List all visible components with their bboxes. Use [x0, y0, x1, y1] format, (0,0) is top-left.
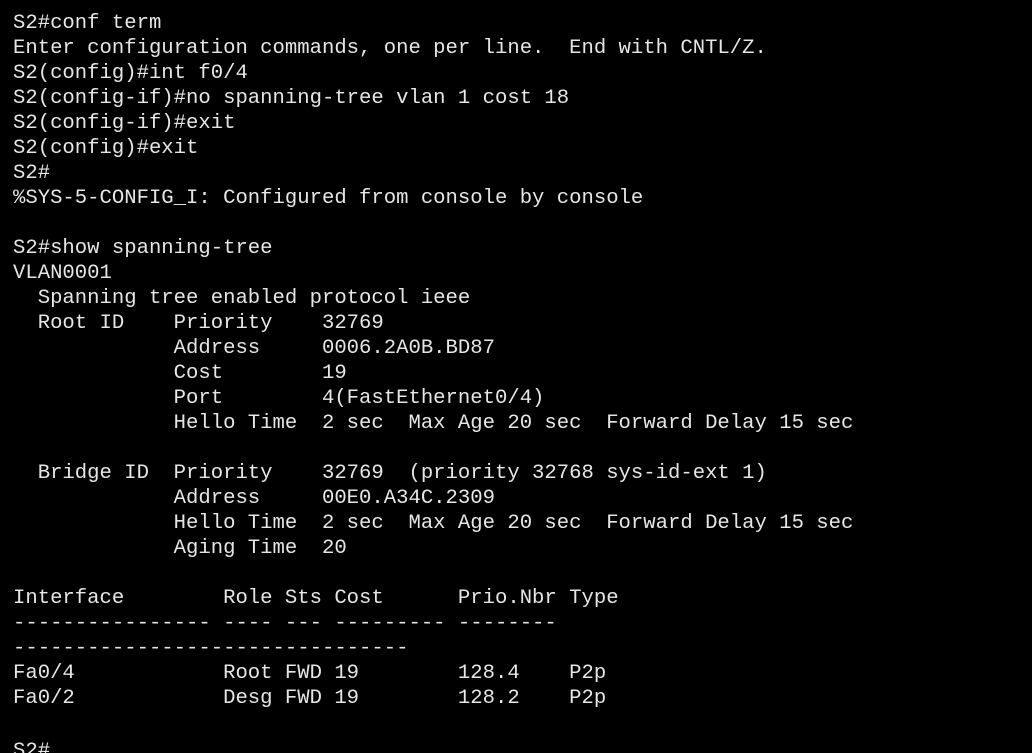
- table-row: Fa0/4 Root FWD 19 128.4 P2p: [13, 662, 607, 685]
- terminal-line: Bridge ID Priority 32769 (priority 32768…: [13, 462, 767, 485]
- terminal-window[interactable]: S2#conf term Enter configuration command…: [0, 0, 1032, 753]
- terminal-line: Address 0006.2A0B.BD87: [13, 337, 495, 360]
- terminal-line: Cost 19: [13, 362, 347, 385]
- table-row: Fa0/2 Desg FWD 19 128.2 P2p: [13, 687, 607, 710]
- table-header: Interface Role Sts Cost Prio.Nbr Type: [13, 587, 619, 610]
- command-prompt[interactable]: S2#: [13, 736, 1032, 753]
- terminal-line: Address 00E0.A34C.2309: [13, 487, 495, 510]
- terminal-line: S2(config-if)#exit: [13, 112, 236, 135]
- terminal-line: S2#conf term: [13, 12, 162, 35]
- terminal-line: S2(config)#int f0/4: [13, 62, 248, 85]
- terminal-line: Spanning tree enabled protocol ieee: [13, 287, 471, 310]
- terminal-line: Port 4(FastEthernet0/4): [13, 387, 545, 410]
- terminal-line: Root ID Priority 32769: [13, 312, 384, 335]
- terminal-line: S2(config-if)#no spanning-tree vlan 1 co…: [13, 87, 570, 110]
- terminal-line: S2#show spanning-tree: [13, 237, 273, 260]
- terminal-line: Enter configuration commands, one per li…: [13, 37, 767, 60]
- terminal-line: S2(config)#exit: [13, 137, 199, 160]
- terminal-line: VLAN0001: [13, 262, 112, 285]
- terminal-line: %SYS-5-CONFIG_I: Configured from console…: [13, 187, 644, 210]
- table-divider: ---------------- ---- --- --------- ----…: [13, 612, 557, 635]
- cursor: [50, 736, 62, 753]
- terminal-line: Aging Time 20: [13, 537, 347, 560]
- terminal-line: S2#: [13, 162, 51, 185]
- table-divider: --------------------------------: [13, 637, 409, 660]
- terminal-line: Hello Time 2 sec Max Age 20 sec Forward …: [13, 512, 854, 535]
- terminal-line: Hello Time 2 sec Max Age 20 sec Forward …: [13, 412, 854, 435]
- prompt-text: S2#: [13, 740, 51, 753]
